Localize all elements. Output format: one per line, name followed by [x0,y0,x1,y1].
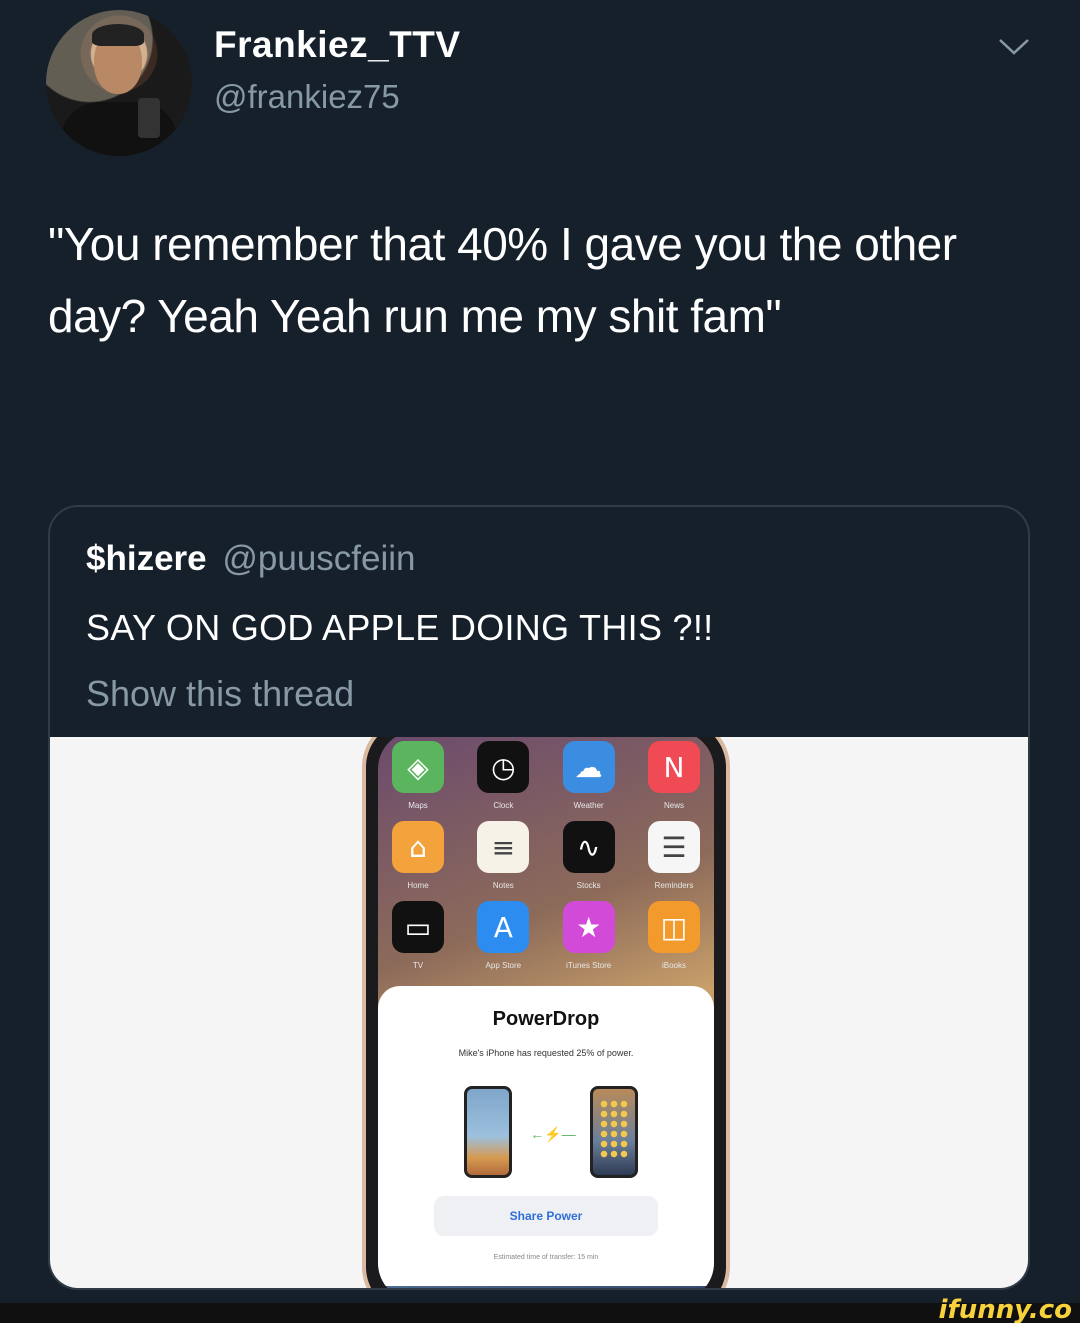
avatar-shirt [60,102,178,156]
media-image[interactable]: ◈ Maps ◷ Clock ☁ Weather N News ⌂ Home ≡ Notes ∿ Sto… [50,737,1028,1288]
phone-mockup: ◈ Maps ◷ Clock ☁ Weather N News ⌂ Home ≡ Notes ∿ Sto… [362,737,730,1288]
tweet-header: Frankiez_TTV @frankiez75 [0,0,1080,160]
app-itunes-store: ★ iTunes Store [559,901,619,970]
avatar-hair [92,24,144,46]
app-row-2: ⌂ Home ≡ Notes ∿ Stocks ☰ Reminders [388,821,704,890]
transfer-eta: Estimated time of transfer: 15 min [493,1254,599,1261]
weather-icon: ☁ [562,741,615,793]
app-label: Notes [492,881,514,890]
stocks-icon: ∿ [562,821,615,873]
app-label: Home [407,881,429,890]
share-power-button: Share Power [434,1196,658,1236]
app-row-1: ◈ Maps ◷ Clock ☁ Weather N News [388,741,704,810]
app-row-3: ▭ TV A App Store ★ iTunes Store ◫ iBooks [388,901,704,970]
app-maps: ◈ Maps [388,741,448,810]
quoted-handle: @puuscfeiin [222,539,416,578]
app-label: Maps [408,801,428,810]
news-icon: N [647,741,700,793]
requesting-phone-icon [464,1086,512,1178]
itunes-store-icon: ★ [562,901,615,953]
app-label: Clock [493,801,514,810]
app-label: News [663,801,684,810]
phone-screen: ◈ Maps ◷ Clock ☁ Weather N News ⌂ Home ≡ Notes ∿ Sto… [378,737,714,1288]
avatar-phone [138,98,160,138]
maps-icon: ◈ [392,741,444,793]
quoted-tweet[interactable]: $hizere @puuscfeiin SAY ON GOD APPLE DOI… [48,505,1030,1290]
ifunny-watermark: ifunny.co [938,1295,1072,1323]
app-news: N News [644,741,704,810]
app-label: TV [412,961,424,970]
app-label: iBooks [661,961,686,970]
app-label: App Store [485,961,522,970]
avatar[interactable] [46,10,192,156]
transfer-arrow-icon: ←⚡— [530,1126,576,1142]
clock-icon: ◷ [477,741,530,793]
sheet-title: PowerDrop [492,1008,600,1030]
home-icon: ⌂ [392,821,444,873]
app-tv: ▭ TV [388,901,448,970]
app-app-store: A App Store [473,901,533,970]
quoted-author: $hizere @puuscfeiin [86,539,416,579]
app-notes: ≡ Notes [473,821,533,890]
ibooks-icon: ◫ [647,901,700,953]
tweet-text: "You remember that 40% I gave you the ot… [48,218,957,342]
powerdrop-sheet: PowerDrop Mike's iPhone has requested 25… [378,986,714,1286]
app-store-icon: A [477,901,530,953]
app-grid-icon [599,1099,629,1159]
app-weather: ☁ Weather [559,741,619,810]
chevron-down-icon[interactable] [996,34,1032,58]
sharing-phone-icon [590,1086,638,1178]
notes-icon: ≡ [477,821,530,873]
display-name[interactable]: Frankiez_TTV [214,24,461,66]
app-reminders: ☰ Reminders [644,821,704,890]
app-ibooks: ◫ iBooks [644,901,704,970]
app-label: Stocks [576,881,601,890]
app-stocks: ∿ Stocks [559,821,619,890]
tv-icon: ▭ [392,901,444,953]
reminders-icon: ☰ [647,821,700,873]
app-label: Reminders [654,881,694,890]
user-handle[interactable]: @frankiez75 [214,78,400,116]
app-clock: ◷ Clock [473,741,533,810]
app-home: ⌂ Home [388,821,448,890]
app-label: iTunes Store [566,961,612,970]
show-thread-link[interactable]: Show this thread [86,673,354,715]
quoted-text: SAY ON GOD APPLE DOING THIS ?!! [86,607,714,648]
app-label: Weather [573,801,604,810]
sheet-subtitle: Mike's iPhone has requested 25% of power… [458,1048,634,1058]
quoted-name: $hizere [86,539,207,578]
footer-bar [0,1303,1080,1323]
